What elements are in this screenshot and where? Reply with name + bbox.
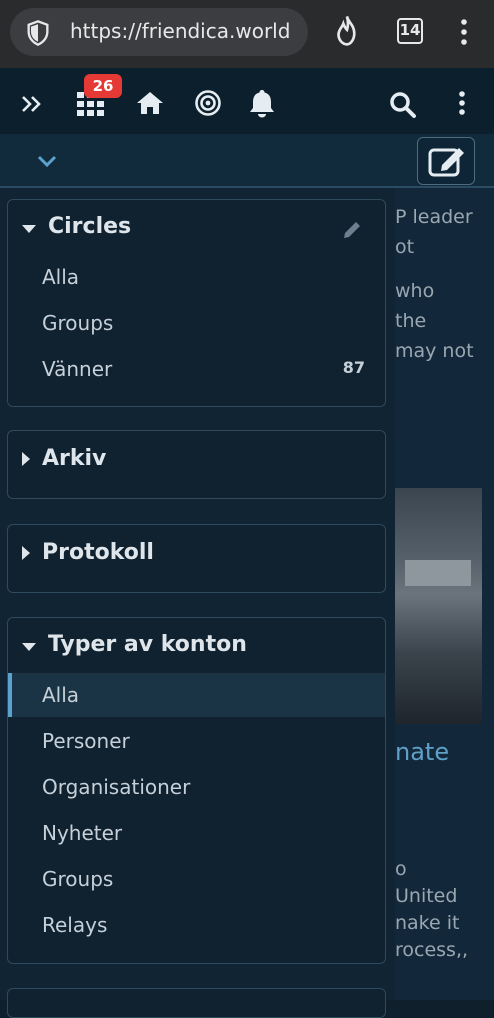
chevron-down-icon[interactable]: [37, 154, 57, 168]
next-widget: [7, 988, 386, 1018]
account-type-item[interactable]: Organisationer: [42, 775, 190, 799]
circle-count: 87: [342, 358, 365, 377]
flame-icon[interactable]: [332, 14, 362, 48]
bg-text-line: may not: [395, 340, 474, 362]
account-type-item[interactable]: Relays: [42, 913, 107, 937]
bg-text-line: who: [395, 280, 435, 302]
collapse-icon[interactable]: [22, 643, 36, 651]
tab-switcher-button[interactable]: 14: [397, 18, 423, 44]
archive-widget[interactable]: Arkiv: [7, 430, 386, 499]
background-content: P leader ot who the may not nate o Unite…: [395, 188, 494, 1000]
circle-item[interactable]: Alla: [42, 265, 79, 289]
bg-text-line: ot: [395, 236, 415, 258]
expand-sidebar-icon[interactable]: [20, 94, 44, 114]
circle-item[interactable]: Vänner: [42, 357, 112, 381]
more-menu-icon[interactable]: [455, 90, 469, 116]
bg-text-line: nake it: [395, 912, 460, 934]
protocol-widget[interactable]: Protokoll: [7, 524, 386, 593]
account-type-item[interactable]: Groups: [42, 867, 113, 891]
pencil-icon[interactable]: [342, 220, 362, 240]
tab-count: 14: [399, 21, 421, 39]
expand-icon[interactable]: [22, 452, 30, 466]
bg-text-line: P leader: [395, 206, 473, 228]
circles-widget: Circles Alla Groups Vänner 87: [7, 199, 386, 407]
bg-text-line: the: [395, 310, 427, 332]
collapse-icon[interactable]: [22, 225, 36, 233]
shield-icon[interactable]: [24, 19, 52, 47]
search-icon[interactable]: [389, 91, 417, 119]
network-icon[interactable]: [194, 89, 222, 117]
post-image-detail: [405, 560, 471, 586]
browser-menu-icon[interactable]: [456, 18, 472, 46]
bg-text-line: rocess,,: [395, 939, 469, 961]
circles-title[interactable]: Circles: [48, 214, 131, 239]
circle-item[interactable]: Groups: [42, 311, 113, 335]
account-types-title[interactable]: Typer av konton: [48, 632, 247, 657]
home-icon[interactable]: [136, 90, 164, 116]
bg-text-line: United: [395, 885, 458, 907]
sidebar: Circles Alla Groups Vänner 87 Arkiv Prot…: [0, 188, 395, 1018]
account-type-item[interactable]: Personer: [42, 729, 130, 753]
archive-title[interactable]: Arkiv: [42, 446, 106, 471]
compose-button[interactable]: [417, 137, 475, 185]
app-navbar: [0, 68, 494, 134]
post-image[interactable]: [395, 488, 482, 724]
edit-icon: [428, 148, 464, 177]
expand-icon[interactable]: [22, 546, 30, 560]
address-bar[interactable]: https://friendica.world: [10, 8, 308, 56]
account-type-item[interactable]: Nyheter: [42, 821, 122, 845]
bg-text-line: o: [395, 858, 407, 880]
active-item-indicator: [8, 673, 12, 717]
url-text[interactable]: https://friendica.world: [70, 19, 290, 43]
account-type-item[interactable]: Alla: [42, 683, 79, 707]
post-title-link[interactable]: nate: [395, 738, 449, 766]
browser-toolbar: https://friendica.world 14: [0, 0, 494, 68]
account-types-widget: Typer av konton Alla Personer Organisati…: [7, 617, 386, 964]
protocol-title[interactable]: Protokoll: [42, 540, 154, 565]
bell-icon[interactable]: [248, 88, 276, 118]
notification-badge: 26: [84, 74, 122, 98]
